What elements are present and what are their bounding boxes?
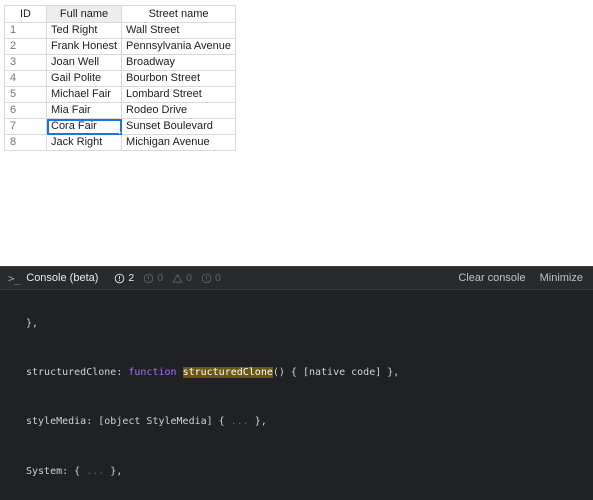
cell-street-name[interactable]: Bourbon Street (121, 70, 237, 87)
cell-selected-value: Cora Fair (51, 120, 97, 132)
warning-icon (172, 273, 183, 284)
column-header-full-name[interactable]: Full name (45, 5, 123, 23)
cell-id[interactable]: 8 (4, 134, 47, 151)
table-row[interactable]: 4 Gail Polite Bourbon Street (4, 70, 237, 87)
console-line: styleMedia: [object StyleMedia] { ... }, (26, 416, 267, 428)
console-prompt-icon: >_ (8, 271, 20, 285)
table-row[interactable]: 7 Cora Fair Sunset Boulevard (4, 118, 237, 135)
cell-id[interactable]: 1 (4, 22, 47, 39)
cell-street-name[interactable]: Pennsylvania Avenue (121, 38, 237, 55)
console-header-actions: Clear console Minimize (458, 272, 583, 284)
cell-full-name-selected[interactable]: Cora Fair (45, 118, 123, 135)
console-line: System: { ... }, (26, 465, 123, 477)
info-counter[interactable]: 0 (143, 272, 163, 284)
table-header: ID Full name Street name (4, 5, 237, 23)
table-row[interactable]: 1 Ted Right Wall Street (4, 22, 237, 39)
message-count: 0 (214, 272, 221, 284)
column-header-id[interactable]: ID (4, 5, 47, 23)
info-icon (143, 273, 154, 284)
info-count: 0 (157, 272, 164, 284)
error-count: 2 (128, 272, 135, 284)
clear-console-button[interactable]: Clear console (458, 272, 525, 284)
cell-full-name[interactable]: Joan Well (45, 54, 123, 71)
minimize-console-button[interactable]: Minimize (540, 272, 583, 284)
cell-id[interactable]: 7 (4, 118, 47, 135)
console-header-bar: >_ Console (beta) 2 0 0 0 Clear console … (0, 267, 593, 290)
console-output[interactable]: }, structuredClone: function structuredC… (0, 291, 593, 500)
cell-id[interactable]: 2 (4, 38, 47, 55)
warning-counter[interactable]: 0 (172, 272, 192, 284)
cell-id[interactable]: 4 (4, 70, 47, 87)
cell-full-name[interactable]: Ted Right (45, 22, 123, 39)
cell-full-name[interactable]: Michael Fair (45, 86, 123, 103)
error-counter[interactable]: 2 (114, 272, 134, 284)
table-row[interactable]: 8 Jack Right Michigan Avenue (4, 134, 237, 151)
table-row[interactable]: 5 Michael Fair Lombard Street (4, 86, 237, 103)
page-content-area: ID Full name Street name 1 Ted Right Wal… (0, 0, 593, 266)
table-header-row: ID Full name Street name (4, 5, 237, 23)
cell-street-name[interactable]: Lombard Street (121, 86, 237, 103)
warning-count: 0 (186, 272, 192, 284)
console-line: structuredClone: function structuredClon… (26, 367, 400, 379)
cell-id[interactable]: 6 (4, 102, 47, 119)
table-row[interactable]: 2 Frank Honest Pennsylvania Avenue (4, 38, 237, 55)
error-icon (114, 273, 125, 284)
cell-street-name[interactable]: Wall Street (121, 22, 237, 39)
console-panel: >_ Console (beta) 2 0 0 0 Clear console … (0, 266, 593, 500)
table-row[interactable]: 3 Joan Well Broadway (4, 54, 237, 71)
cell-id[interactable]: 5 (4, 86, 47, 103)
cell-street-name[interactable]: Broadway (121, 54, 237, 71)
cell-id[interactable]: 3 (4, 54, 47, 71)
table-body: 1 Ted Right Wall Street 2 Frank Honest P… (4, 22, 237, 151)
cell-full-name[interactable]: Mia Fair (45, 102, 123, 119)
cell-full-name[interactable]: Frank Honest (45, 38, 123, 55)
cell-full-name[interactable]: Jack Right (45, 134, 123, 151)
cell-street-name[interactable]: Sunset Boulevard (121, 118, 237, 135)
cell-full-name[interactable]: Gail Polite (45, 70, 123, 87)
cell-street-name[interactable]: Rodeo Drive (121, 102, 237, 119)
message-icon (201, 273, 212, 284)
console-title: Console (beta) (26, 272, 99, 284)
console-line: }, (26, 317, 39, 329)
cell-street-name[interactable]: Michigan Avenue (121, 134, 237, 151)
column-header-street-name[interactable]: Street name (121, 5, 237, 23)
table-row[interactable]: 6 Mia Fair Rodeo Drive (4, 102, 237, 119)
data-table[interactable]: ID Full name Street name 1 Ted Right Wal… (4, 5, 237, 151)
message-counter[interactable]: 0 (201, 272, 221, 284)
fill-handle[interactable] (119, 132, 121, 134)
